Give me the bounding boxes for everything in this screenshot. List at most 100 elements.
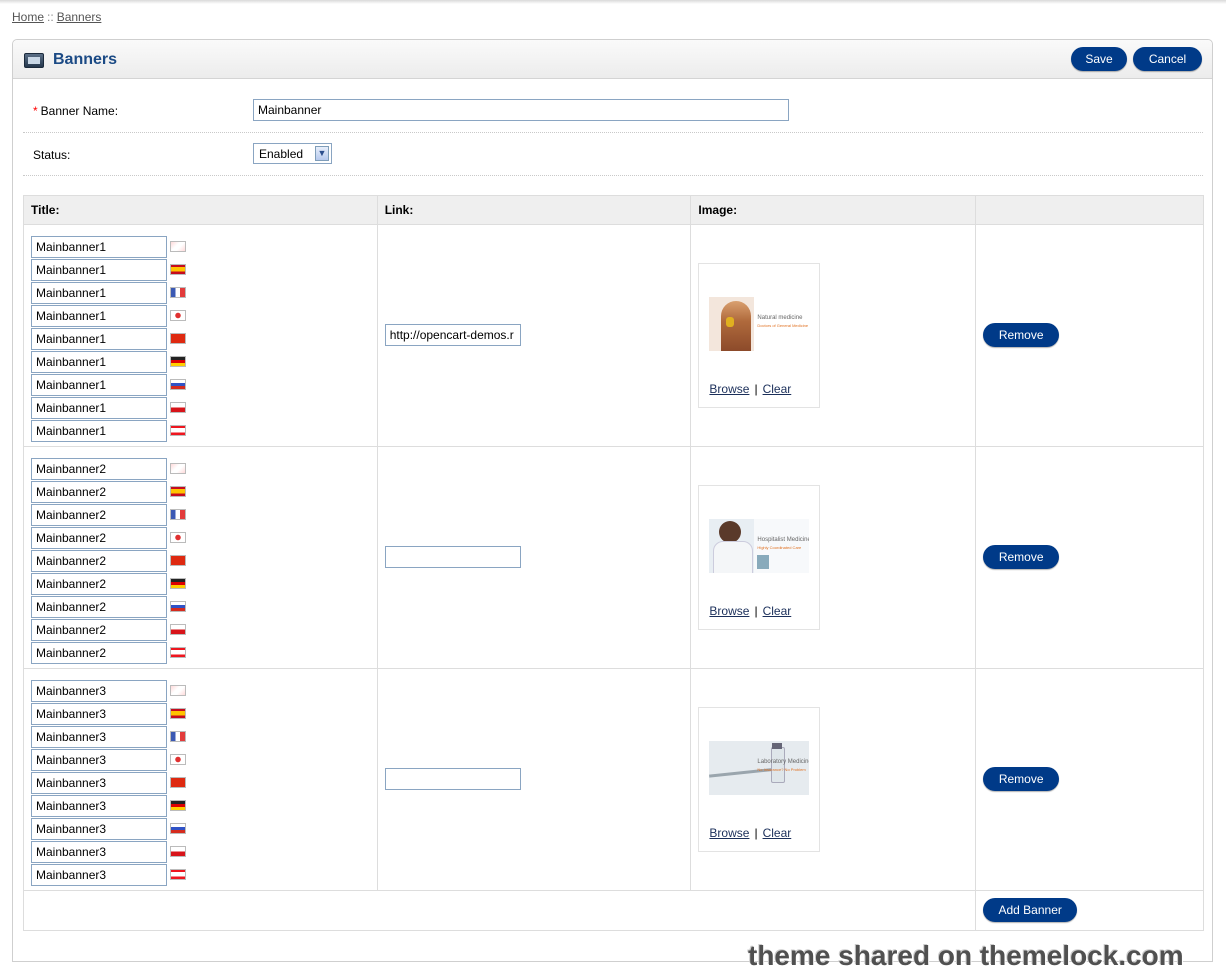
banner-title-input[interactable] xyxy=(31,725,167,748)
add-banner-button[interactable]: Add Banner xyxy=(983,898,1078,922)
thumbnail-heading: Natural medicine xyxy=(757,315,803,321)
russian-flag-icon xyxy=(170,822,186,834)
banner-title-input[interactable] xyxy=(31,396,167,419)
banner-title-input[interactable] xyxy=(31,526,167,549)
image-preview-box: Laboratory Medicine No Insurance? No Prob… xyxy=(698,707,821,852)
banner-title-input[interactable] xyxy=(31,549,167,572)
banner-title-input[interactable] xyxy=(31,702,167,725)
banner-title-input[interactable] xyxy=(31,327,167,350)
banner-title-input[interactable] xyxy=(31,258,167,281)
thumbnail-subheading: Doctors of General Medicine xyxy=(757,323,809,328)
table-header-row: Title: Link: Image: xyxy=(23,195,1204,225)
banner-title-input[interactable] xyxy=(31,748,167,771)
breadcrumb-banners-link[interactable]: Banners xyxy=(57,10,102,24)
banner-link-input[interactable] xyxy=(384,546,521,568)
french-flag-icon xyxy=(170,286,186,298)
title-line xyxy=(31,748,377,772)
image-cell: Natural medicine Doctors of General Medic… xyxy=(690,224,977,447)
banner-link-input[interactable] xyxy=(384,324,521,346)
link-divider: | xyxy=(754,604,758,618)
banner-title-input[interactable] xyxy=(31,419,167,442)
image-links: Browse | Clear xyxy=(709,604,791,618)
banner-title-input[interactable] xyxy=(31,817,167,840)
english-flag-icon xyxy=(170,684,186,696)
english-flag-icon xyxy=(170,240,186,252)
breadcrumb: Home:: Banners xyxy=(12,10,101,24)
japanese-flag-icon xyxy=(170,753,186,765)
remove-button[interactable]: Remove xyxy=(983,545,1060,569)
banner-thumbnail: Natural medicine Doctors of General Medic… xyxy=(709,297,810,351)
chevron-down-icon[interactable]: ▼ xyxy=(315,146,329,161)
page-title: Banners xyxy=(53,51,118,68)
banner-title-input[interactable] xyxy=(31,373,167,396)
footer-empty-cell xyxy=(22,890,977,931)
title-cell xyxy=(23,446,378,669)
banner-title-input[interactable] xyxy=(31,794,167,817)
banner-row: Natural medicine Doctors of General Medic… xyxy=(23,224,1204,447)
clear-link[interactable]: Clear xyxy=(763,382,792,396)
banner-title-input[interactable] xyxy=(31,863,167,886)
breadcrumb-separator: :: xyxy=(47,10,54,24)
french-flag-icon xyxy=(170,508,186,520)
banner-title-input[interactable] xyxy=(31,618,167,641)
browse-link[interactable]: Browse xyxy=(709,382,749,396)
banner-title-input[interactable] xyxy=(31,350,167,373)
german-flag-icon xyxy=(170,799,186,811)
title-line xyxy=(31,794,377,818)
banner-name-input[interactable] xyxy=(253,99,789,121)
header-image: Image: xyxy=(690,195,977,225)
title-line xyxy=(31,771,377,795)
title-line xyxy=(31,304,377,328)
title-line xyxy=(31,572,377,596)
banner-title-input[interactable] xyxy=(31,572,167,595)
thumbnail-subheading: Highly Coordinated Care xyxy=(757,545,802,550)
browse-link[interactable]: Browse xyxy=(709,604,749,618)
status-select[interactable]: Enabled ▼ xyxy=(253,143,332,164)
remove-button[interactable]: Remove xyxy=(983,323,1060,347)
link-divider: | xyxy=(754,382,758,396)
banner-name-label: * Banner Name: xyxy=(33,104,118,118)
banner-title-input[interactable] xyxy=(31,771,167,794)
title-line xyxy=(31,863,377,887)
banner-link-input[interactable] xyxy=(384,768,521,790)
box-heading: Banners Save Cancel xyxy=(13,40,1212,79)
chinese-flag-icon xyxy=(170,332,186,344)
banner-title-input[interactable] xyxy=(31,281,167,304)
title-line xyxy=(31,373,377,397)
save-button[interactable]: Save xyxy=(1071,47,1127,71)
banner-title-input[interactable] xyxy=(31,304,167,327)
chinese-flag-icon xyxy=(170,776,186,788)
image-links: Browse | Clear xyxy=(709,382,791,396)
banner-title-input[interactable] xyxy=(31,641,167,664)
clear-link[interactable]: Clear xyxy=(763,826,792,840)
banner-title-input[interactable] xyxy=(31,679,167,702)
breadcrumb-home-link[interactable]: Home xyxy=(12,10,44,24)
title-line xyxy=(31,327,377,351)
header-link: Link: xyxy=(376,195,692,225)
header-action xyxy=(975,195,1204,225)
thumbnail-heading: Hospitalist Medicine xyxy=(757,537,810,543)
status-row: Status: Enabled ▼ xyxy=(23,132,1203,176)
banner-title-input[interactable] xyxy=(31,480,167,503)
banner-title-input[interactable] xyxy=(31,457,167,480)
action-cell: Remove xyxy=(975,224,1204,447)
remove-button[interactable]: Remove xyxy=(983,767,1060,791)
status-selected-value: Enabled xyxy=(259,147,304,161)
image-cell: Laboratory Medicine No Insurance? No Prob… xyxy=(690,668,977,891)
browse-link[interactable]: Browse xyxy=(709,826,749,840)
title-line xyxy=(31,641,377,665)
title-cell xyxy=(23,224,378,447)
banner-thumbnail: Hospitalist Medicine Highly Coordinated C… xyxy=(709,519,810,573)
title-line xyxy=(31,817,377,841)
japanese-flag-icon xyxy=(170,309,186,321)
banner-title-input[interactable] xyxy=(31,595,167,618)
title-line xyxy=(31,503,377,527)
banner-title-input[interactable] xyxy=(31,840,167,863)
banner-title-input[interactable] xyxy=(31,503,167,526)
cancel-button[interactable]: Cancel xyxy=(1133,47,1202,71)
title-line xyxy=(31,725,377,749)
spanish-flag-icon xyxy=(170,485,186,497)
clear-link[interactable]: Clear xyxy=(763,604,792,618)
banner-title-input[interactable] xyxy=(31,235,167,258)
title-line xyxy=(31,549,377,573)
